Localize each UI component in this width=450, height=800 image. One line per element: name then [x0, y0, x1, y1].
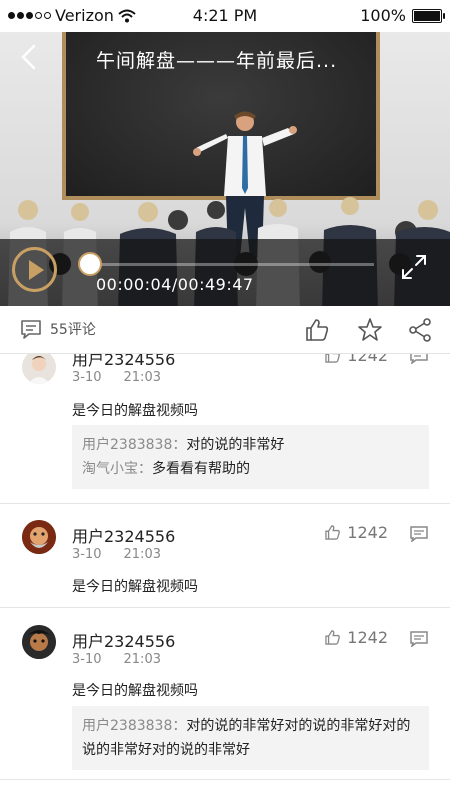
video-player[interactable]: 午间解盘———年前最后... 00:00:04/00:49:47	[0, 32, 450, 306]
comment-timestamp: 3-10 21:03	[72, 547, 161, 562]
progress-knob[interactable]	[77, 252, 102, 276]
status-bar: Verizon 4:21 PM 100%	[0, 0, 450, 32]
avatar[interactable]	[22, 354, 56, 384]
comment-like-button[interactable]: 1242	[324, 354, 388, 365]
action-bar: 55评论	[0, 306, 450, 354]
comment-item: 用户2324556 3-10 21:03 1242 是今日的解盘视频吗 用户238…	[0, 608, 450, 780]
avatar[interactable]	[22, 520, 56, 554]
comment-list[interactable]: 用户2324556 3-10 21:03 1242 是今日的解盘视频吗 用户238…	[0, 354, 450, 800]
comment-like-button[interactable]: 1242	[324, 523, 388, 542]
comment-like-count: 1242	[347, 628, 388, 647]
share-icon[interactable]	[407, 317, 433, 343]
back-arrow-icon[interactable]	[14, 42, 44, 72]
reply-icon[interactable]	[410, 526, 428, 542]
battery-group: 100%	[360, 6, 445, 25]
battery-percent: 100%	[360, 6, 406, 25]
reply-item: 淘气小宝：多看看有帮助的	[82, 461, 250, 477]
thumbs-up-icon	[325, 354, 341, 363]
comment-timestamp: 3-10 21:03	[72, 652, 161, 667]
comment-like-count: 1242	[347, 354, 388, 365]
play-button[interactable]	[12, 247, 57, 292]
video-title: 午间解盘———年前最后...	[96, 50, 338, 72]
playback-time: 00:00:04/00:49:47	[96, 275, 254, 294]
thumbs-up-icon[interactable]	[304, 317, 330, 343]
comment-timestamp: 3-10 21:03	[72, 370, 161, 385]
comment-item: 用户2324556 3-10 21:03 1242 是今日的解盘视频吗 用户238…	[0, 354, 450, 504]
player-controls: 00:00:04/00:49:47	[0, 239, 450, 306]
fullscreen-icon[interactable]	[400, 253, 428, 281]
reply-item: 用户2383838：对的说的非常好	[82, 437, 285, 453]
reply-box: 用户2383838：对的说的非常好 淘气小宝：多看看有帮助的	[72, 425, 429, 489]
comment-item: 用户2324556 3-10 21:03 1242 是今日的解盘视频吗	[0, 504, 450, 608]
reply-box: 用户2383838：对的说的非常好对的说的非常好对的说的非常好对的说的非常好	[72, 706, 429, 770]
comment-text: 是今日的解盘视频吗	[72, 579, 198, 595]
comment-text: 是今日的解盘视频吗	[72, 683, 198, 699]
comment-username[interactable]: 用户2324556	[72, 354, 175, 370]
comment-count-button[interactable]: 55评论	[20, 318, 96, 340]
comment-username[interactable]: 用户2324556	[72, 628, 175, 652]
comment-username[interactable]: 用户2324556	[72, 523, 175, 547]
progress-track[interactable]	[77, 252, 374, 276]
thumbs-up-icon	[325, 525, 341, 540]
avatar[interactable]	[22, 625, 56, 659]
comment-text: 是今日的解盘视频吗	[72, 403, 198, 419]
star-icon[interactable]	[357, 317, 383, 343]
comment-icon	[21, 320, 41, 339]
reply-icon[interactable]	[410, 354, 428, 364]
reply-item: 用户2383838：对的说的非常好对的说的非常好对的说的非常好对的说的非常好	[82, 718, 411, 758]
play-icon	[29, 259, 44, 280]
comment-count-label: 55评论	[50, 322, 96, 338]
reply-icon[interactable]	[410, 631, 428, 647]
thumbs-up-icon	[325, 630, 341, 645]
comment-like-count: 1242	[347, 523, 388, 542]
battery-icon	[412, 8, 445, 23]
comment-like-button[interactable]: 1242	[324, 628, 388, 647]
